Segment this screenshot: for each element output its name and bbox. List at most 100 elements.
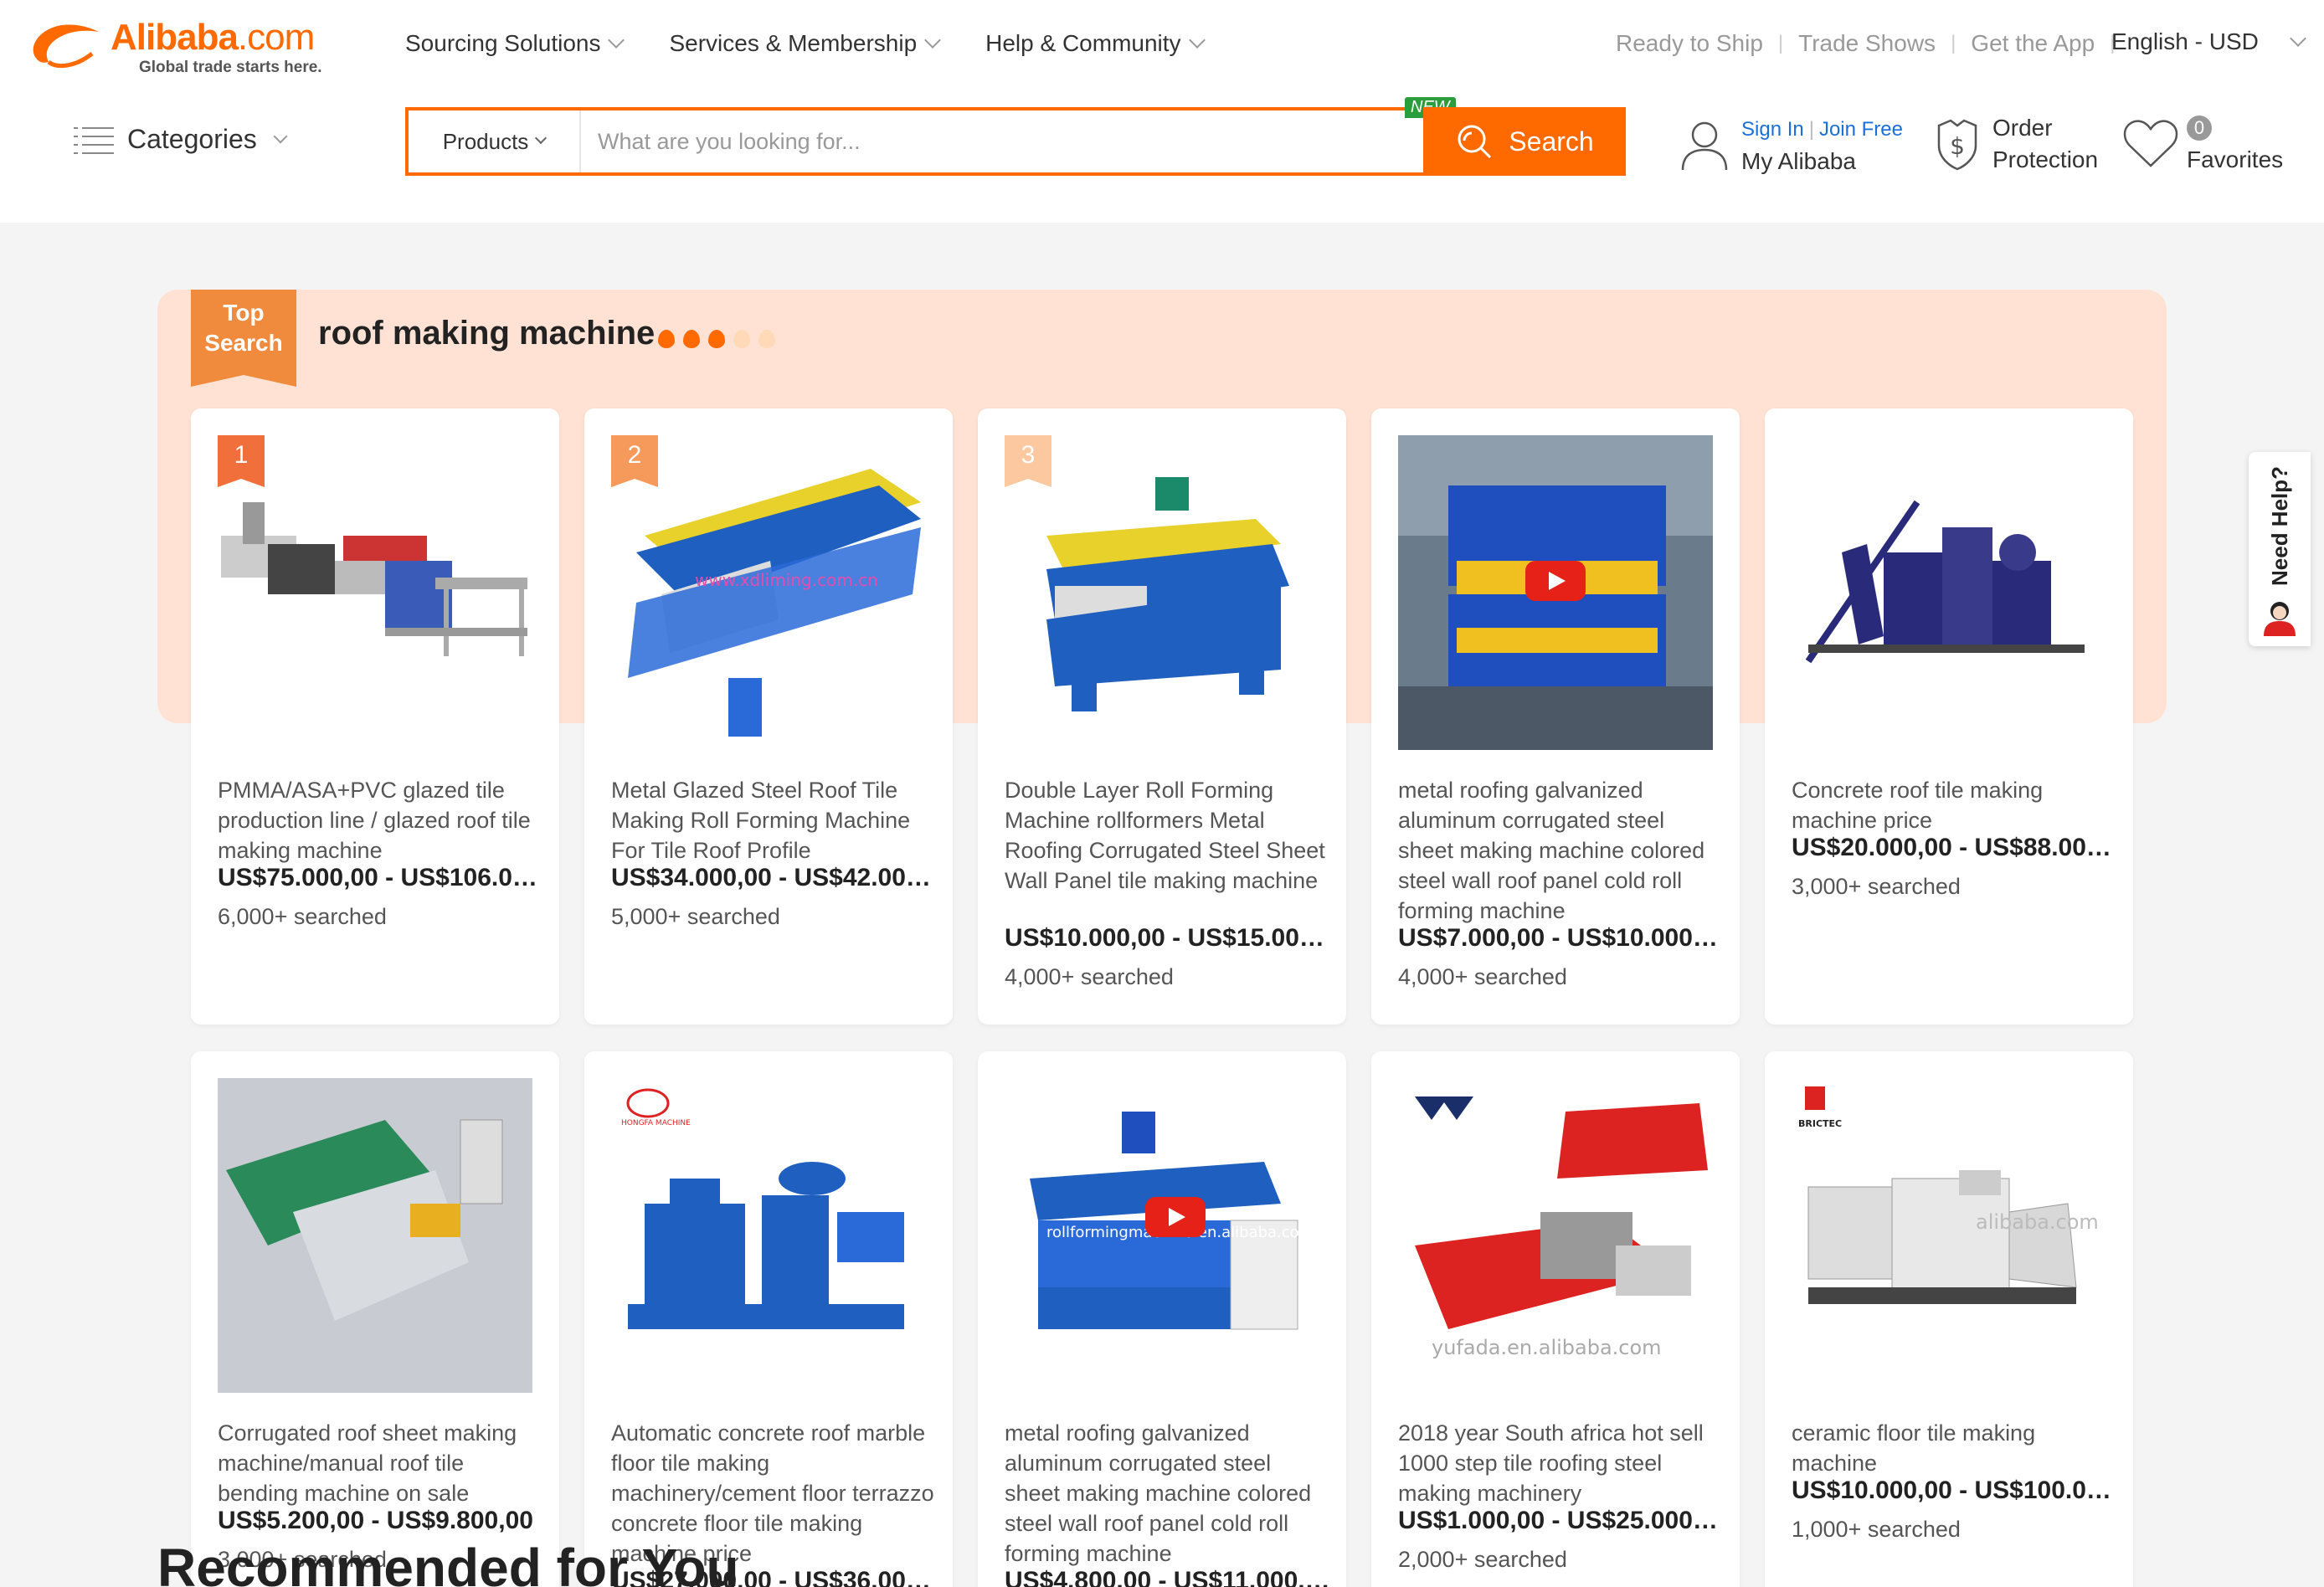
chevron-down-icon xyxy=(1188,32,1206,49)
product-title[interactable]: Metal Glazed Steel Roof Tile Making Roll… xyxy=(611,775,934,865)
shield-dollar-icon: $ xyxy=(1937,119,1977,171)
search-input[interactable] xyxy=(581,110,1564,172)
flame-icon xyxy=(658,325,675,348)
logo-tagline: Global trade starts here. xyxy=(139,59,322,76)
flame-icon xyxy=(708,325,725,348)
product-price: US$10.000,00 - US$100.000,00 xyxy=(1792,1477,2118,1504)
nav-label: Help & Community xyxy=(985,30,1181,56)
chevron-down-icon xyxy=(535,131,548,145)
order-protection-link[interactable]: $ Order Protection xyxy=(1934,112,2098,176)
product-price: US$1.000,00 - US$25.000,00 xyxy=(1398,1507,1725,1534)
divider: | xyxy=(1951,32,1956,54)
nav-services-membership[interactable]: Services & Membership xyxy=(669,30,942,57)
ceramic-tile-machine-image: BRICTEC alibaba.com xyxy=(1792,1078,2106,1393)
product-title[interactable]: Corrugated roof sheet making machine/man… xyxy=(218,1418,541,1508)
brand-logo-text: HONGFA MACHINE xyxy=(621,1119,691,1127)
play-video-icon[interactable] xyxy=(1145,1197,1206,1237)
factory-machine-video xyxy=(1398,435,1713,750)
play-video-icon[interactable] xyxy=(1525,561,1586,601)
top-nav: Sourcing Solutions Services & Membership… xyxy=(405,30,1250,57)
favorites-label: Favorites xyxy=(2187,146,2284,172)
svg-text:$: $ xyxy=(1950,132,1965,160)
nav-label: Sourcing Solutions xyxy=(405,30,601,56)
product-title[interactable]: PMMA/ASA+PVC glazed tile production line… xyxy=(218,775,541,865)
product-title[interactable]: ceramic floor tile making machine xyxy=(1792,1418,2115,1478)
search-icon xyxy=(1458,125,1492,159)
logo-wordmark: Alibaba.com xyxy=(111,17,315,58)
need-help-label: Need Help? xyxy=(2267,465,2292,586)
top-search-keyword[interactable]: roof making machine xyxy=(318,315,655,352)
step-tile-machine-image: yufada.en.alibaba.com xyxy=(1398,1078,1713,1393)
chevron-down-icon xyxy=(608,32,625,49)
watermark: yufada.en.alibaba.com xyxy=(1432,1336,1662,1359)
my-alibaba-link[interactable]: My Alibaba xyxy=(1741,146,1903,177)
nav-help-community[interactable]: Help & Community xyxy=(985,30,1206,57)
product-card[interactable]: Concrete roof tile making machine price … xyxy=(1765,408,2133,1025)
search-button-label: Search xyxy=(1509,126,1594,157)
menu-list-icon xyxy=(74,126,114,154)
search-count: 6,000+ searched xyxy=(218,904,387,929)
roll-forming-machine-image: www.xdliming.com.cn xyxy=(611,435,926,750)
product-title[interactable]: metal roofing galvanized aluminum corrug… xyxy=(1398,775,1721,926)
product-card[interactable]: rollformingmachine.en.alibaba.com metal … xyxy=(978,1051,1346,1587)
rank-badge: 2 xyxy=(611,435,658,487)
site-header: Alibaba.com Global trade starts here. So… xyxy=(0,0,2324,223)
flame-icon xyxy=(733,325,750,348)
language-label: English - USD xyxy=(2111,28,2259,54)
link-get-the-app[interactable]: Get the App xyxy=(1971,30,2095,57)
product-card[interactable]: metal roofing galvanized aluminum corrug… xyxy=(1371,408,1740,1025)
product-title[interactable]: Concrete roof tile making machine price xyxy=(1792,775,2115,835)
product-price: US$5.200,00 - US$9.800,00 xyxy=(218,1507,533,1534)
categories-label: Categories xyxy=(127,124,257,154)
alibaba-smile-icon xyxy=(33,24,99,69)
chevron-down-icon xyxy=(273,129,288,143)
product-title[interactable]: 2018 year South africa hot sell 1000 ste… xyxy=(1398,1418,1721,1508)
top-search-ribbon: Top Search xyxy=(191,290,296,387)
corrugated-sheet-machine-image xyxy=(218,1078,532,1393)
alibaba-logo[interactable]: Alibaba.com Global trade starts here. xyxy=(23,17,358,80)
chevron-down-icon xyxy=(2289,30,2306,47)
search-count: 4,000+ searched xyxy=(1005,964,1174,989)
product-price: US$34.000,00 - US$42.000,00 xyxy=(611,864,938,891)
search-count: 1,000+ searched xyxy=(1792,1517,1961,1542)
divider: | xyxy=(1808,118,1814,141)
language-currency-selector[interactable]: English - USD xyxy=(2111,28,2306,55)
link-ready-to-ship[interactable]: Ready to Ship xyxy=(1616,30,1763,57)
product-title[interactable]: Double Layer Roll Forming Machine rollfo… xyxy=(1005,775,1328,896)
divider: | xyxy=(1777,32,1784,54)
product-card[interactable]: yufada.en.alibaba.com 2018 year South af… xyxy=(1371,1051,1740,1587)
concrete-tile-machine-image xyxy=(1792,435,2106,750)
flame-icon xyxy=(758,325,775,348)
product-card[interactable]: Corrugated roof sheet making machine/man… xyxy=(191,1051,559,1587)
join-free-link[interactable]: Join Free xyxy=(1819,118,1903,141)
categories-menu[interactable]: Categories xyxy=(74,124,288,155)
watermark: alibaba.com xyxy=(1976,1210,2099,1234)
product-card[interactable]: HONGFA MACHINE Automatic concrete roof m… xyxy=(584,1051,953,1587)
product-price: US$10.000,00 - US$15.000,00 xyxy=(1005,924,1331,952)
product-card[interactable]: BRICTEC alibaba.com ceramic floor tile m… xyxy=(1765,1051,2133,1587)
product-price: US$4.800,00 - US$11.000,00 xyxy=(1005,1567,1331,1587)
ribbon-line-1: Top xyxy=(223,300,265,326)
product-card[interactable]: 1 PMMA/ASA+PVC glazed tile production li… xyxy=(191,408,559,1025)
product-card[interactable]: 3 Double Layer Roll Forming Machine roll… xyxy=(978,408,1346,1025)
product-card[interactable]: www.xdliming.com.cn 2 Metal Glazed Steel… xyxy=(584,408,953,1025)
nav-sourcing-solutions[interactable]: Sourcing Solutions xyxy=(405,30,625,57)
product-title[interactable]: metal roofing galvanized aluminum corrug… xyxy=(1005,1418,1328,1569)
search-count: 5,000+ searched xyxy=(611,904,780,929)
need-help-tab[interactable]: Need Help? xyxy=(2249,452,2311,646)
search-category-label: Products xyxy=(442,128,529,154)
product-price: US$7.000,00 - US$10.000,00 xyxy=(1398,924,1725,952)
search-button[interactable]: Search xyxy=(1423,107,1626,176)
extrusion-line-image xyxy=(218,435,532,750)
search-count: 2,000+ searched xyxy=(1398,1547,1567,1572)
search-count: 3,000+ searched xyxy=(1792,874,1961,899)
flame-icon xyxy=(683,325,700,348)
roll-forming-video: rollformingmachine.en.alibaba.com xyxy=(1005,1078,1319,1393)
sign-in-link[interactable]: Sign In xyxy=(1741,118,1804,141)
rank-badge: 1 xyxy=(218,435,265,487)
search-category-dropdown[interactable]: Products xyxy=(409,110,581,172)
link-trade-shows[interactable]: Trade Shows xyxy=(1798,30,1936,57)
user-icon xyxy=(1681,121,1728,171)
auth-links: Sign In | Join Free xyxy=(1741,112,1903,146)
support-agent-icon xyxy=(2264,602,2296,636)
